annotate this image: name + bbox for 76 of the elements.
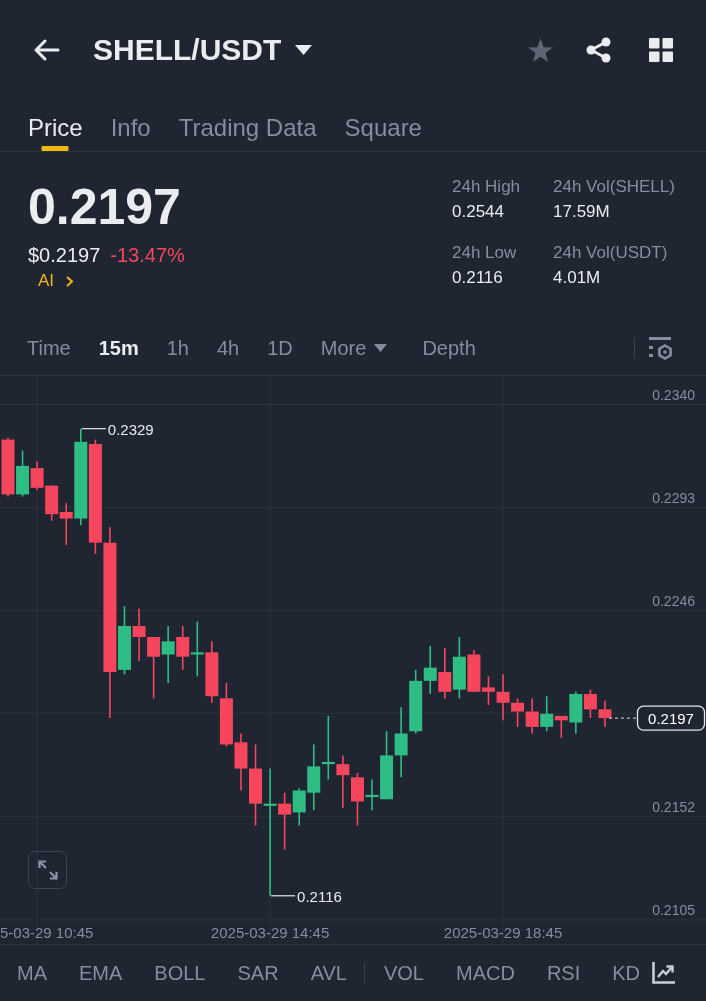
ai-link[interactable]: AI	[38, 271, 74, 291]
interval-tab[interactable]: 15m	[98, 335, 139, 361]
indicator-tab[interactable]: RSI	[546, 960, 581, 986]
candle	[132, 607, 146, 662]
candle	[234, 732, 248, 792]
price-axis-label: 0.2293	[652, 489, 695, 506]
interval-tab[interactable]: Time	[27, 335, 71, 361]
tab[interactable]: Square	[344, 100, 422, 151]
candle	[525, 697, 539, 735]
interval-tab[interactable]: 4h	[217, 335, 240, 361]
stat-label: 24h Vol(SHELL)	[553, 176, 676, 198]
expand-button[interactable]	[28, 851, 67, 889]
candle	[423, 644, 437, 695]
candle	[409, 669, 423, 735]
indicator-tab[interactable]: SAR	[237, 960, 279, 986]
extreme-price-label: 0.2329	[107, 420, 154, 438]
indicator-tab[interactable]: AVL	[310, 960, 347, 986]
price-change: -13.47%	[110, 243, 185, 268]
usd-price: $0.2197	[28, 243, 101, 268]
candle	[321, 715, 335, 781]
extreme-price-label: 0.2116	[297, 887, 342, 905]
indicator-tab[interactable]: EMA	[79, 960, 123, 986]
leader-line	[81, 428, 107, 430]
indicator-tab[interactable]: VOL	[383, 960, 424, 986]
candle	[598, 699, 612, 728]
share-icon[interactable]	[586, 37, 611, 63]
tab[interactable]: Info	[110, 100, 151, 151]
candle	[45, 484, 59, 522]
settings-icon[interactable]	[649, 336, 673, 360]
indicator-tab[interactable]: BOLL	[154, 960, 206, 986]
stat-value: 0.2544	[452, 201, 505, 223]
star-icon[interactable]	[527, 37, 554, 63]
tab[interactable]: Trading Data	[178, 100, 317, 151]
chart-icon[interactable]	[652, 962, 675, 984]
candle	[161, 625, 175, 684]
caret-icon	[295, 45, 313, 55]
caret-icon	[374, 344, 388, 352]
price-axis-label: 0.2105	[652, 901, 695, 918]
stat-label: 24h Vol(USDT)	[553, 242, 669, 264]
stat-label: 24h High	[452, 176, 522, 198]
depth-tab[interactable]: Depth	[422, 335, 476, 361]
time-axis-label: 5-03-29 10:45	[0, 924, 94, 941]
price-line	[608, 717, 638, 719]
candle	[147, 636, 161, 700]
interval-tab[interactable]: 1h	[166, 335, 189, 361]
back-icon[interactable]	[33, 38, 60, 62]
candle	[336, 754, 350, 809]
stat-value: 0.2116	[452, 267, 504, 289]
leader-line	[270, 895, 296, 897]
tab[interactable]: Price	[28, 100, 83, 151]
candle	[219, 682, 233, 748]
more-menu[interactable]: More	[320, 335, 388, 361]
last-price-tag: 0.2197	[636, 705, 706, 731]
price-axis-label: 0.2152	[652, 798, 695, 815]
price-axis-label: 0.2246	[652, 592, 695, 609]
time-axis-label: 2025-03-29 18:45	[443, 924, 563, 941]
candle	[205, 640, 219, 704]
candle	[438, 647, 452, 700]
pair-selector[interactable]: SHELL/USDT	[93, 32, 313, 68]
expand-icon	[37, 860, 58, 880]
indicator-tab[interactable]: KD	[612, 960, 640, 986]
interval-tab[interactable]: 1D	[267, 335, 293, 361]
indicator-tab[interactable]: MACD	[456, 960, 515, 986]
chevron-icon	[66, 275, 74, 287]
candle	[1, 436, 15, 498]
candle	[583, 688, 597, 719]
price-axis-label: 0.2340	[652, 386, 695, 403]
candle	[190, 620, 204, 678]
last-price: 0.2197	[28, 179, 181, 235]
stat-value: 17.59M	[553, 201, 611, 223]
grid-icon[interactable]	[649, 38, 673, 62]
stat-value: 4.01M	[553, 267, 602, 289]
time-axis-label: 2025-03-29 14:45	[210, 924, 330, 941]
indicator-tab[interactable]: MA	[17, 960, 47, 986]
candle	[176, 625, 190, 671]
stat-label: 24h Low	[452, 242, 518, 264]
